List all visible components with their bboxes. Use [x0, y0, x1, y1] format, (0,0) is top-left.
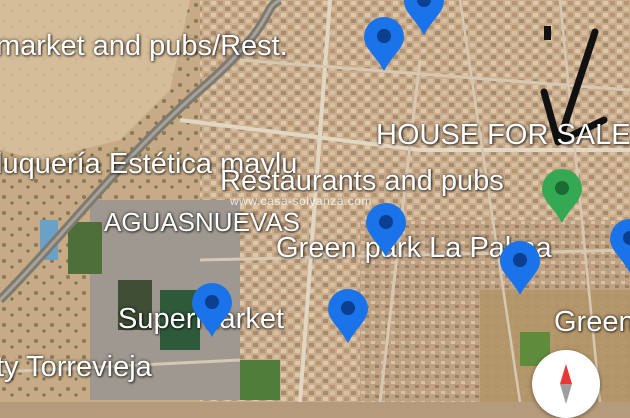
compass-icon [560, 364, 572, 404]
area-label-aguasnuevas: AGUASNUEVAS [104, 207, 301, 237]
place-label-supermarket-pubs[interactable]: market and pubs/Rest. [0, 32, 288, 61]
place-label-green-edge[interactable]: Green [554, 308, 630, 337]
location-pin-icon[interactable] [402, 0, 446, 36]
compass-button[interactable] [532, 350, 600, 418]
place-label-restaurants-pubs[interactable]: Restaurants and pubs [220, 167, 504, 196]
location-pin-icon[interactable] [326, 288, 370, 344]
location-pin-icon[interactable] [364, 202, 408, 258]
location-pin-icon[interactable] [540, 168, 584, 224]
place-label-house-for-sale[interactable]: HOUSE FOR SALE [376, 121, 630, 150]
location-pin-icon[interactable] [190, 282, 234, 338]
location-pin-icon[interactable] [608, 218, 630, 274]
place-label-torrevieja[interactable]: ty Torrevieja [0, 353, 152, 382]
location-pin-icon[interactable] [498, 240, 542, 296]
watermark: www.casa-solyanza.com [230, 194, 372, 208]
location-pin-icon[interactable] [362, 16, 406, 72]
